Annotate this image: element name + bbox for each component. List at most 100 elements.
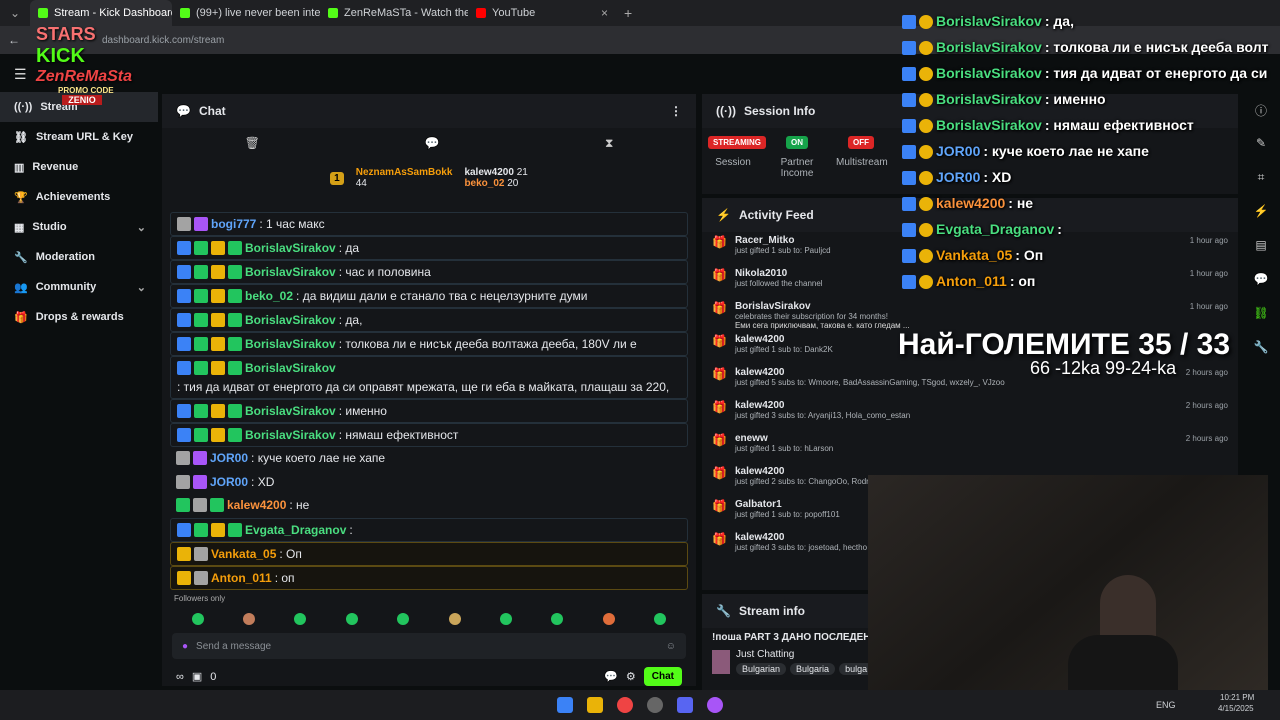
grid-icon: ▦: [14, 221, 25, 234]
emoji-icon[interactable]: ☺: [666, 641, 676, 652]
chat-message[interactable]: BorislavSirakov: да: [170, 236, 688, 260]
wrench-icon[interactable]: 🔧: [1251, 340, 1271, 360]
chat-message[interactable]: JOR00: куче което лае не хапе: [170, 447, 688, 471]
chat-message[interactable]: BorislavSirakov: именно: [170, 399, 688, 423]
hamburger-icon[interactable]: ☰: [14, 66, 27, 83]
youtube-favicon-icon: [476, 8, 486, 18]
chat-username[interactable]: Anton_011: [211, 570, 272, 586]
browser-tab[interactable]: ZenReMaSTa - Watch the VOD×: [320, 0, 468, 26]
obs-icon[interactable]: [647, 697, 663, 713]
sidebar-item-community[interactable]: 👥 Community ⌄: [0, 272, 158, 302]
chat-message[interactable]: Vankata_05: Оп: [170, 541, 688, 566]
link-icon[interactable]: ⛓: [1251, 306, 1271, 326]
session-stat: OFF Multistream: [836, 136, 888, 179]
emote-icon[interactable]: [551, 613, 564, 625]
emote-icon[interactable]: [654, 613, 667, 625]
sidebar-item-revenue[interactable]: ▥ Revenue: [0, 152, 158, 182]
sidebar-item-drops[interactable]: 🎁 Drops & rewards: [0, 302, 158, 332]
chat-message[interactable]: BorislavSirakov: тия да идват от енергот…: [170, 356, 688, 399]
browser-tab[interactable]: (99+) live never been interrogat×: [172, 0, 320, 26]
emote-icon[interactable]: [345, 613, 358, 625]
user-badge-icon: [902, 40, 916, 55]
emote-icon[interactable]: [243, 613, 256, 625]
chat-username[interactable]: kalew4200: [227, 497, 286, 513]
chat-username[interactable]: BorislavSirakov: [245, 264, 336, 280]
chat-message[interactable]: BorislavSirakov: да,: [170, 308, 688, 332]
chat-message[interactable]: beko_02: да видиш дали е станало тва с н…: [170, 284, 688, 308]
new-tab-icon[interactable]: +: [624, 5, 632, 21]
emote-icon[interactable]: [294, 613, 307, 625]
overlay-chat-line: BorislavSirakov : тия да идват от енерго…: [902, 60, 1280, 86]
back-icon[interactable]: ←: [8, 33, 20, 47]
chat-icon[interactable]: 💬: [425, 136, 440, 150]
activity-item[interactable]: 🎁 eneww just gifted 1 sub to: hLarson 2 hou…: [702, 430, 1238, 463]
chat-message[interactable]: BorislavSirakov: час и половина: [170, 260, 688, 284]
logo-promo-text: PROMO CODE: [58, 86, 114, 95]
chat-message[interactable]: JOR00: XD: [170, 471, 688, 495]
leader-name: beko_02: [464, 178, 505, 189]
more-icon[interactable]: ⋮: [670, 104, 682, 118]
user-badge-icon: [211, 337, 225, 351]
tag-chip[interactable]: Bulgarian: [736, 663, 787, 675]
user-badge-icon: [193, 451, 207, 465]
sidebar-item-studio[interactable]: ▦ Studio ⌄: [0, 212, 158, 242]
activity-detail: just gifted 5 subs to: Wmoore, BadAssass…: [734, 378, 1005, 387]
folder-icon[interactable]: [587, 697, 603, 713]
mic-icon[interactable]: ●: [182, 641, 188, 652]
activity-user: BorislavSirakov: [734, 301, 811, 312]
streamer-body: [1068, 635, 1178, 697]
tab-title: Stream - Kick Dashboard: [54, 7, 172, 19]
tag-chip[interactable]: Bulgaria: [790, 663, 836, 675]
chat-message-list[interactable]: bogi777: 1 час макс BorislavSirakov: да Bo…: [170, 212, 688, 590]
trash-icon[interactable]: 🗑: [245, 136, 260, 150]
browser-tab[interactable]: YouTube ×: [468, 0, 616, 26]
chat-username[interactable]: BorislavSirakov: [245, 403, 336, 419]
activity-item[interactable]: 🎁 BorislavSirakov celebrates their subscri…: [702, 298, 1238, 331]
app-icon[interactable]: [707, 697, 723, 713]
chat-username[interactable]: BorislavSirakov: [245, 312, 336, 328]
chat-username[interactable]: BorislavSirakov: [245, 240, 336, 256]
chat-settings-icon[interactable]: 💬: [604, 670, 618, 683]
emote-icon[interactable]: [397, 613, 410, 625]
chat-message[interactable]: BorislavSirakov: нямаш ефективност: [170, 423, 688, 447]
emote-icon[interactable]: [500, 613, 513, 625]
chat-message[interactable]: Evgata_Draganov:: [170, 517, 688, 542]
hourglass-icon[interactable]: ⧗: [605, 136, 613, 151]
message-input[interactable]: ● Send a message ☺: [172, 633, 686, 659]
emote-icon[interactable]: [191, 613, 204, 625]
sidebar-item-moderation[interactable]: 🔧 Moderation: [0, 242, 158, 272]
gift-icon: 🎁: [712, 400, 727, 414]
chat-message[interactable]: Anton_011: оп: [170, 565, 688, 590]
gear-icon[interactable]: ⚙: [626, 670, 636, 683]
lightning-icon: ⚡: [716, 208, 731, 222]
chat-message[interactable]: kalew4200: не: [170, 494, 688, 518]
chat-username[interactable]: BorislavSirakov: [245, 336, 336, 352]
chat-username[interactable]: JOR00: [210, 450, 248, 466]
send-chat-button[interactable]: Chat: [643, 667, 682, 686]
language-indicator[interactable]: ENG: [1156, 700, 1176, 710]
chat-username[interactable]: bogi777: [211, 216, 256, 232]
user-badge-icon: [194, 217, 208, 231]
user-badge-icon: [919, 222, 933, 237]
activity-item[interactable]: 🎁 kalew4200 just gifted 3 subs to: Aryanji…: [702, 397, 1238, 430]
chrome-icon[interactable]: [617, 697, 633, 713]
overlay-username: JOR00: [936, 143, 981, 159]
chat-username[interactable]: JOR00: [210, 474, 248, 490]
chat-username[interactable]: Vankata_05: [211, 546, 276, 562]
chat-message[interactable]: bogi777: 1 час макс: [170, 212, 688, 236]
chat-username[interactable]: Evgata_Draganov: [245, 522, 346, 538]
chat-username[interactable]: BorislavSirakov: [245, 360, 336, 376]
chat-username[interactable]: BorislavSirakov: [245, 427, 336, 443]
sidebar-item-achievements[interactable]: 🏆 Achievements: [0, 182, 158, 212]
chat-bubble-icon: 💬: [176, 104, 191, 118]
discord-icon[interactable]: [677, 697, 693, 713]
close-icon[interactable]: ×: [601, 6, 608, 20]
chat-message[interactable]: BorislavSirakov: толкова ли е нисък дееб…: [170, 332, 688, 356]
windows-start-icon[interactable]: [557, 697, 573, 713]
emote-icon[interactable]: [448, 613, 461, 625]
tab-menu-icon[interactable]: ⌄: [0, 6, 30, 20]
browser-tab[interactable]: Stream - Kick Dashboard×: [30, 0, 172, 26]
chat-username[interactable]: beko_02: [245, 288, 293, 304]
emote-icon[interactable]: [602, 613, 615, 625]
link-icon: ⛓: [14, 131, 28, 144]
